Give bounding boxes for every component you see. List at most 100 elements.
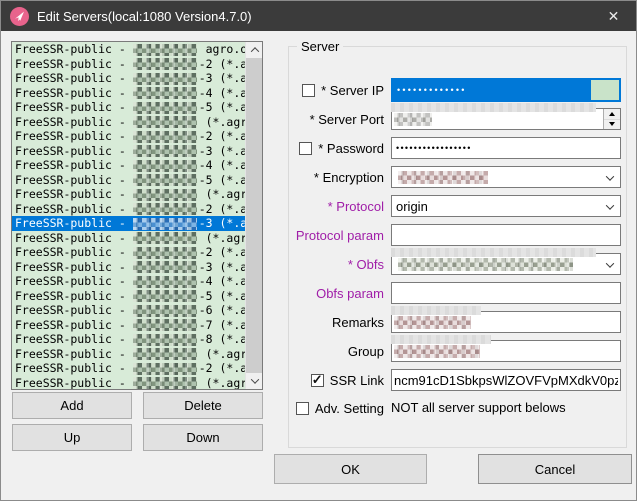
list-item[interactable]: FreeSSR-public - (*.agro — [12, 115, 245, 130]
blur-smear — [391, 306, 481, 315]
field-row-protocol-param: Protocol param — [288, 224, 622, 246]
blurred-server-name — [133, 319, 197, 331]
server-port-input[interactable] — [391, 108, 621, 130]
port-spinner — [603, 109, 620, 129]
list-item-prefix: FreeSSR-public - — [15, 71, 133, 85]
list-item-suffix: -2 (*.ag — [199, 361, 245, 375]
list-item[interactable]: FreeSSR-public - -8 (*.ag — [12, 332, 245, 347]
password-label: * Password — [318, 141, 384, 156]
group-label: Group — [348, 344, 384, 359]
list-item[interactable]: FreeSSR-public - -2 (*.ag — [12, 361, 245, 376]
list-item[interactable]: FreeSSR-public - -2 (*.ag — [12, 57, 245, 72]
list-scrollbar[interactable] — [245, 42, 262, 389]
field-row-server-ip: * Server IP ••••••••••••• — [288, 78, 622, 102]
ssr-link-checkbox[interactable] — [311, 374, 324, 387]
list-item[interactable]: FreeSSR-public - -5 (*.ag — [12, 173, 245, 188]
list-item[interactable]: FreeSSR-public - -2 (*.ag — [12, 129, 245, 144]
list-item-suffix: -2 (*.ag — [199, 202, 245, 216]
blurred-server-name — [133, 145, 197, 157]
list-item[interactable]: FreeSSR-public - -2 (*.ag — [12, 245, 245, 260]
list-item[interactable]: FreeSSR-public - (*.agro — [12, 187, 245, 202]
list-item-suffix: (*.agro — [199, 376, 245, 390]
encryption-select[interactable] — [391, 166, 621, 188]
list-item-suffix: -5 (*.ag — [199, 173, 245, 187]
list-item-suffix: -3 (*.ag — [199, 216, 245, 230]
protocol-param-input[interactable] — [391, 224, 621, 246]
adv-setting-note: NOT all server support belows — [391, 400, 566, 415]
blurred-server-name — [133, 116, 197, 128]
list-item[interactable]: FreeSSR-public - (*.agro — [12, 376, 245, 390]
protocol-label: * Protocol — [328, 199, 384, 214]
list-item[interactable]: FreeSSR-public - -6 (*.ag — [12, 303, 245, 318]
list-item-suffix: (*.agro — [199, 347, 245, 361]
chevron-down-icon — [606, 259, 614, 267]
list-item[interactable]: FreeSSR-public - -4 (*.ag — [12, 274, 245, 289]
spinner-down-button[interactable] — [604, 120, 620, 130]
server-ip-label: * Server IP — [321, 83, 384, 98]
spinner-up-button[interactable] — [604, 109, 620, 120]
blurred-server-name — [133, 189, 197, 201]
list-item-prefix: FreeSSR-public - — [15, 100, 133, 114]
server-ip-input[interactable]: ••••••••••••• — [391, 78, 621, 102]
cancel-button[interactable]: Cancel — [478, 454, 632, 484]
password-checkbox[interactable] — [299, 142, 312, 155]
ssr-link-value[interactable] — [392, 371, 620, 389]
obfs-select[interactable] — [391, 253, 621, 275]
field-row-adv-setting: Adv. Setting NOT all server support belo… — [288, 398, 622, 418]
blur-smear — [391, 103, 596, 112]
list-item-suffix: (*.agro — [199, 231, 245, 245]
remarks-input[interactable] — [391, 311, 621, 333]
list-item[interactable]: FreeSSR-public - -3 (*.ag — [12, 71, 245, 86]
blurred-obfs-value — [398, 258, 573, 271]
ok-button[interactable]: OK — [274, 454, 427, 484]
title-bar: Edit Servers(local:1080 Version4.7.0) ✕ — [1, 1, 636, 31]
up-button[interactable]: Up — [12, 424, 132, 451]
server-list[interactable]: FreeSSR-public - agro.oooFreeSSR-public … — [11, 41, 263, 390]
list-item[interactable]: FreeSSR-public - -5 (*.ag — [12, 289, 245, 304]
blurred-port-value — [394, 113, 432, 126]
blurred-server-name — [133, 44, 197, 56]
list-item-suffix: (*.agro — [199, 115, 245, 129]
adv-setting-checkbox[interactable] — [296, 402, 309, 415]
list-item-suffix: -2 (*.ag — [199, 57, 245, 71]
list-item[interactable]: FreeSSR-public - (*.agro — [12, 347, 245, 362]
server-port-label: * Server Port — [310, 112, 384, 127]
blurred-server-name — [133, 102, 197, 114]
obfs-label: * Obfs — [348, 257, 384, 272]
list-item[interactable]: FreeSSR-public - -4 (*.ag — [12, 158, 245, 173]
field-row-ssr-link: SSR Link — [288, 369, 622, 391]
server-ip-checkbox[interactable] — [302, 84, 315, 97]
list-item[interactable]: FreeSSR-public - -7 (*.ag — [12, 318, 245, 333]
protocol-value: origin — [396, 199, 428, 214]
list-item[interactable]: FreeSSR-public - -3 (*.ag — [12, 216, 245, 231]
close-icon[interactable]: ✕ — [591, 1, 636, 31]
scroll-down-button[interactable] — [246, 373, 263, 389]
scroll-up-button[interactable] — [246, 42, 263, 58]
list-item[interactable]: FreeSSR-public - -2 (*.ag — [12, 202, 245, 217]
down-button[interactable]: Down — [143, 424, 263, 451]
list-item[interactable]: FreeSSR-public - -3 (*.ag — [12, 144, 245, 159]
list-item[interactable]: FreeSSR-public - -5 (*.ag — [12, 100, 245, 115]
add-button[interactable]: Add — [12, 392, 132, 419]
list-item-suffix: -3 (*.ag — [199, 260, 245, 274]
blurred-server-name — [133, 305, 197, 317]
delete-button[interactable]: Delete — [143, 392, 263, 419]
blurred-group-value — [394, 345, 480, 358]
obfs-param-input[interactable] — [391, 282, 621, 304]
blurred-server-name — [133, 363, 197, 375]
triangle-up-icon — [609, 112, 615, 116]
group-input[interactable] — [391, 340, 621, 362]
password-input[interactable]: ••••••••••••••••• — [391, 137, 621, 159]
list-item[interactable]: FreeSSR-public - agro.ooo — [12, 42, 245, 57]
scrollbar-thumb[interactable] — [246, 58, 263, 373]
list-item[interactable]: FreeSSR-public - -4 (*.ag — [12, 86, 245, 101]
protocol-select[interactable]: origin — [391, 195, 621, 217]
ssr-link-input[interactable] — [391, 369, 621, 391]
list-item[interactable]: FreeSSR-public - -3 (*.ag — [12, 260, 245, 275]
list-item[interactable]: FreeSSR-public - (*.agro — [12, 231, 245, 246]
list-item-prefix: FreeSSR-public - — [15, 303, 133, 317]
list-item-suffix: -8 (*.ag — [199, 332, 245, 346]
list-item-prefix: FreeSSR-public - — [15, 245, 133, 259]
server-groupbox-title: Server — [297, 39, 343, 54]
blurred-encryption-value — [398, 171, 488, 184]
